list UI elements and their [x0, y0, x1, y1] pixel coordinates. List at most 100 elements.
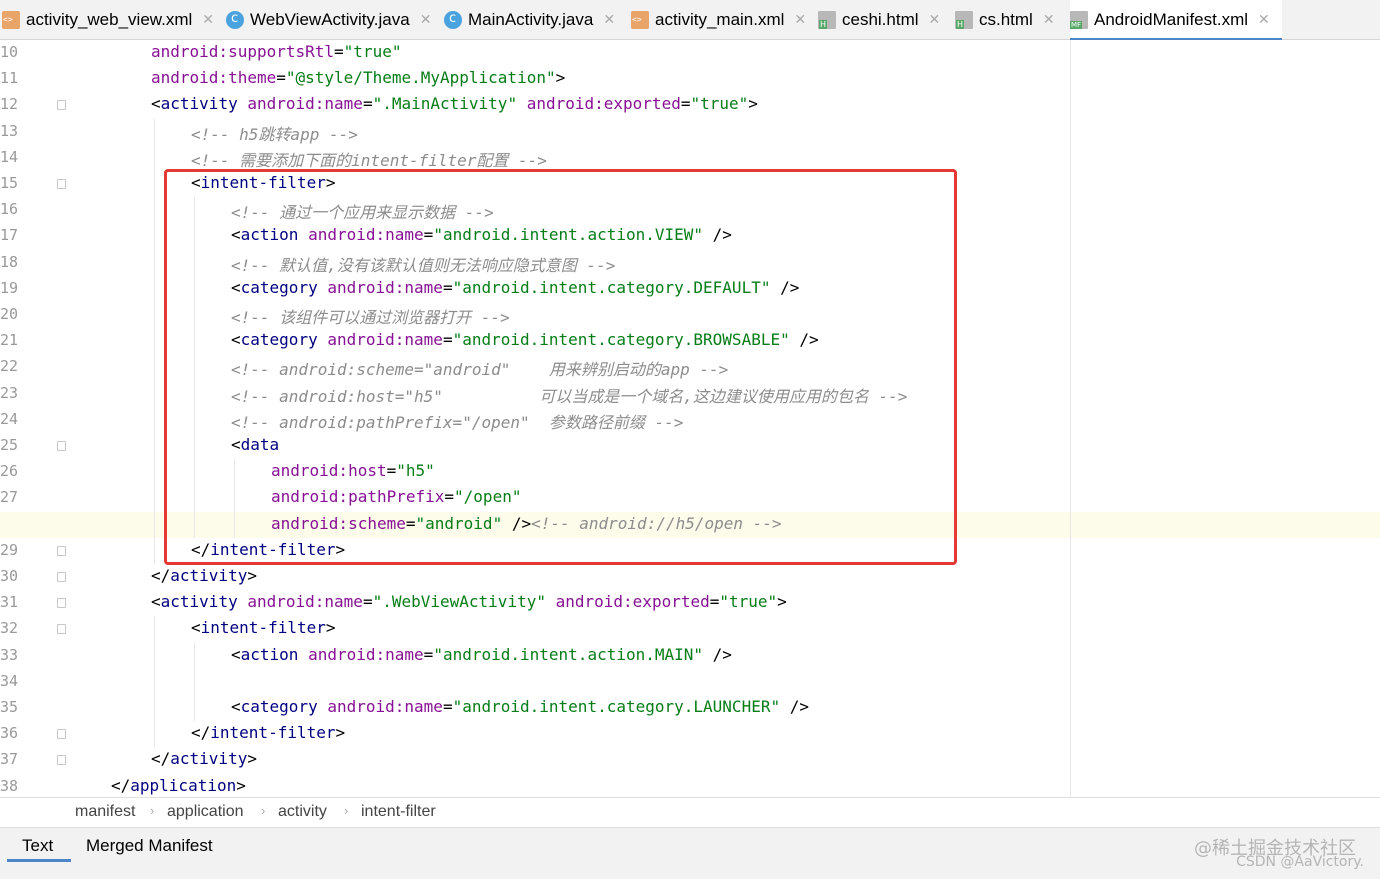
close-tab-icon[interactable]: ✕: [929, 11, 941, 28]
editor-tab[interactable]: WebViewActivity.java ✕: [226, 0, 431, 39]
close-tab-icon[interactable]: ✕: [202, 11, 214, 28]
close-tab-icon[interactable]: ✕: [794, 11, 806, 28]
code-line[interactable]: android:theme="@style/Theme.MyApplicatio…: [0, 66, 1380, 92]
code-token: <: [231, 644, 241, 664]
code-token: >: [748, 94, 758, 114]
code-line[interactable]: <activity android:name = ".WebViewActivity…: [0, 590, 1380, 616]
code-token: ".WebViewActivity": [372, 592, 556, 612]
tab-merged-manifest[interactable]: Merged Manifest: [86, 836, 213, 856]
code-token: "@style/Theme.MyApplication": [285, 68, 556, 88]
code-token: </: [151, 566, 171, 585]
breadcrumb-item[interactable]: activity: [278, 803, 327, 821]
code-line[interactable]: <!-- 需要添加下面的intent-filter配置 -->: [0, 145, 1380, 171]
editor-tab[interactable]: MainActivity.java ✕: [444, 0, 615, 39]
active-tab-indicator: [7, 859, 71, 862]
code-line[interactable]: <category android:name="android.intent.c…: [0, 695, 1380, 721]
code-text: android:supportsRtl="true": [151, 42, 401, 61]
code-text: <intent-filter>: [191, 618, 336, 637]
close-tab-icon[interactable]: ✕: [420, 11, 432, 28]
editor-tab[interactable]: AndroidManifest.xml ✕: [1070, 0, 1282, 41]
code-line[interactable]: </application>: [0, 774, 1380, 797]
close-tab-icon[interactable]: ✕: [1043, 11, 1055, 28]
html-file-icon: [955, 10, 973, 29]
code-line[interactable]: <intent-filter>: [0, 616, 1380, 642]
code-text: <category android:name="android.intent.c…: [231, 697, 809, 716]
code-token: />: [712, 644, 732, 664]
breadcrumb-item[interactable]: intent-filter: [361, 803, 436, 821]
close-tab-icon[interactable]: ✕: [1258, 11, 1270, 28]
java-class-icon: [444, 10, 462, 29]
code-token: intent-filter: [210, 723, 336, 743]
breadcrumb-item[interactable]: manifest: [75, 803, 135, 821]
java-class-icon: [226, 10, 244, 29]
code-token: =: [334, 42, 344, 61]
code-editor[interactable]: 1011121314151617181920212223242526272829…: [0, 40, 1380, 797]
code-text: <action android:name="android.intent.act…: [231, 645, 732, 664]
editor-tab-label: activity_web_view.xml: [26, 9, 193, 29]
code-text: </activity>: [151, 566, 257, 585]
code-token: action: [240, 644, 309, 664]
code-token: >: [335, 723, 346, 743]
editor-tab[interactable]: ceshi.html ✕: [818, 0, 940, 39]
code-line[interactable]: </activity>: [0, 564, 1380, 590]
code-token: >: [247, 749, 257, 769]
code-token: "android.intent.category.LAUNCHER": [452, 697, 790, 716]
editor-tab-label: ceshi.html: [842, 9, 919, 29]
editor-tab-label: MainActivity.java: [468, 9, 594, 29]
code-token: ".MainActivity": [372, 94, 527, 114]
indent-guide: [194, 642, 195, 722]
editor-tab-label: WebViewActivity.java: [250, 9, 410, 29]
editor-tab-label: activity_main.xml: [655, 9, 785, 29]
bottom-tab-bar: Text Merged Manifest @稀土掘金技术社区 CSDN @AaV…: [0, 827, 1380, 879]
editor-tab[interactable]: activity_main.xml ✕: [631, 0, 806, 39]
red-highlight-box: [164, 169, 957, 565]
html-file-icon: [818, 10, 836, 29]
code-token: activity: [170, 749, 248, 769]
code-token: <: [151, 592, 161, 612]
chevron-right-icon: ›: [344, 803, 349, 818]
code-text: </application>: [111, 776, 246, 795]
code-token: activity: [160, 592, 248, 612]
code-text: <activity android:name=".MainActivity" a…: [151, 94, 758, 113]
code-token: "true": [690, 94, 749, 114]
code-line[interactable]: <!-- h5跳转app -->: [0, 119, 1380, 145]
code-token: <: [191, 618, 201, 638]
code-token: android:exported: [526, 94, 681, 114]
code-token: <!-- h5跳转app -->: [191, 124, 358, 144]
code-token: >: [777, 592, 787, 612]
code-token: =: [276, 68, 286, 88]
code-line[interactable]: </intent-filter>: [0, 721, 1380, 747]
code-token: =: [442, 697, 453, 716]
code-token: </: [151, 749, 171, 769]
close-tab-icon[interactable]: ✕: [603, 11, 615, 28]
code-token: activity: [170, 566, 248, 585]
code-token: <: [231, 697, 241, 716]
code-line[interactable]: <action android:name="android.intent.act…: [0, 643, 1380, 669]
code-text: </activity>: [151, 749, 257, 768]
code-line[interactable]: [0, 669, 1380, 695]
right-margin-guide: [1070, 40, 1071, 797]
breadcrumb-item[interactable]: application: [167, 803, 244, 821]
code-token: <!-- 需要添加下面的intent-filter配置 -->: [191, 150, 547, 170]
editor-tab[interactable]: activity_web_view.xml ✕: [2, 0, 214, 39]
code-token: activity: [160, 94, 248, 114]
code-line[interactable]: </activity>: [0, 747, 1380, 773]
tab-text[interactable]: Text: [22, 836, 53, 856]
code-token: =: [362, 94, 373, 114]
code-token: android:name: [247, 592, 363, 612]
chevron-right-icon: ›: [150, 803, 155, 818]
code-token: android:exported: [555, 592, 710, 612]
code-token: android:supportsRtl: [151, 42, 335, 61]
code-token: android:name: [308, 644, 424, 664]
manifest-file-icon: [1070, 10, 1088, 29]
code-text: <!-- h5跳转app -->: [191, 121, 358, 145]
code-line[interactable]: <activity android:name=".MainActivity" a…: [0, 92, 1380, 118]
code-token: =: [423, 644, 434, 664]
editor-tab-bar: activity_web_view.xml✕WebViewActivity.ja…: [0, 0, 1380, 41]
code-line[interactable]: android:supportsRtl="true": [0, 40, 1380, 66]
code-text: </intent-filter>: [191, 723, 345, 742]
code-token: =: [709, 592, 720, 612]
indent-guide: [154, 616, 155, 748]
code-token: application: [130, 775, 237, 795]
editor-tab[interactable]: cs.html ✕: [955, 0, 1055, 39]
